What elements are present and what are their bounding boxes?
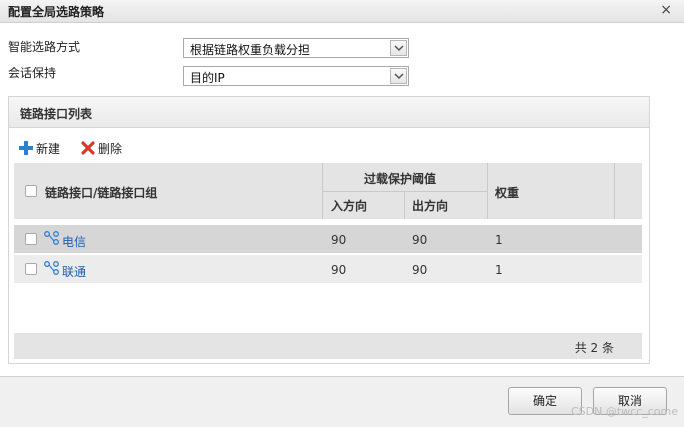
col-header-weight: 权重 [495, 186, 520, 200]
table-row[interactable]: 电信 90 90 1 [14, 225, 642, 253]
row-checkbox[interactable] [25, 263, 37, 275]
session-keep-label: 会话保持 [8, 66, 57, 80]
dialog-titlebar: 配置全局选路策略 × [0, 0, 684, 23]
col-header-in: 入方向 [331, 199, 368, 213]
routing-mode-label: 智能选路方式 [8, 40, 81, 54]
delete-button-label: 删除 [98, 142, 123, 156]
col-header-out: 出方向 [412, 199, 449, 213]
dialog-title: 配置全局选路策略 [8, 5, 105, 19]
session-keep-value: 目的IP [190, 71, 225, 85]
routing-mode-select[interactable]: 根据链路权重负载分担 [183, 38, 409, 58]
col-header-interface: 链路接口/链路接口组 [45, 186, 158, 200]
row-checkbox[interactable] [25, 233, 37, 245]
delete-x-icon [81, 141, 95, 155]
delete-button[interactable]: 删除 [81, 139, 137, 157]
link-node-icon [44, 231, 59, 245]
panel-title: 链路接口列表 [20, 107, 93, 121]
watermark-text: CSDN @twcc_come [570, 405, 678, 418]
chevron-down-icon[interactable] [390, 68, 407, 84]
table-footer: 共 2 条 [14, 333, 642, 359]
row-interface-link[interactable]: 联通 [62, 263, 86, 280]
routing-mode-value: 根据链路权重负载分担 [190, 43, 311, 57]
table-row[interactable]: 联通 90 90 1 [14, 255, 642, 283]
plus-icon [19, 141, 33, 155]
select-all-checkbox[interactable] [25, 185, 37, 197]
link-node-icon [44, 261, 59, 275]
row-weight-value: 1 [495, 263, 503, 277]
row-out-value: 90 [412, 233, 428, 247]
session-keep-select[interactable]: 目的IP [183, 66, 409, 86]
dialog-footer: 确定 取消 [0, 376, 684, 427]
new-button[interactable]: 新建 [19, 139, 75, 157]
new-button-label: 新建 [36, 142, 61, 156]
col-header-overload: 过载保护阈值 [364, 172, 437, 186]
row-interface-link[interactable]: 电信 [62, 233, 86, 250]
close-icon[interactable]: × [660, 2, 672, 18]
total-count: 共 2 条 [574, 341, 614, 355]
row-weight-value: 1 [495, 233, 503, 247]
row-in-value: 90 [331, 263, 347, 277]
chevron-down-icon[interactable] [390, 40, 407, 56]
link-interface-panel: 链路接口列表 新建 删除 链路接口/链路接口组 过载保护阈值 入方向 出方向 权… [8, 96, 650, 364]
row-in-value: 90 [331, 233, 347, 247]
row-out-value: 90 [412, 263, 428, 277]
table-header: 链路接口/链路接口组 过载保护阈值 入方向 出方向 权重 [14, 163, 642, 219]
panel-header: 链路接口列表 [9, 97, 649, 128]
